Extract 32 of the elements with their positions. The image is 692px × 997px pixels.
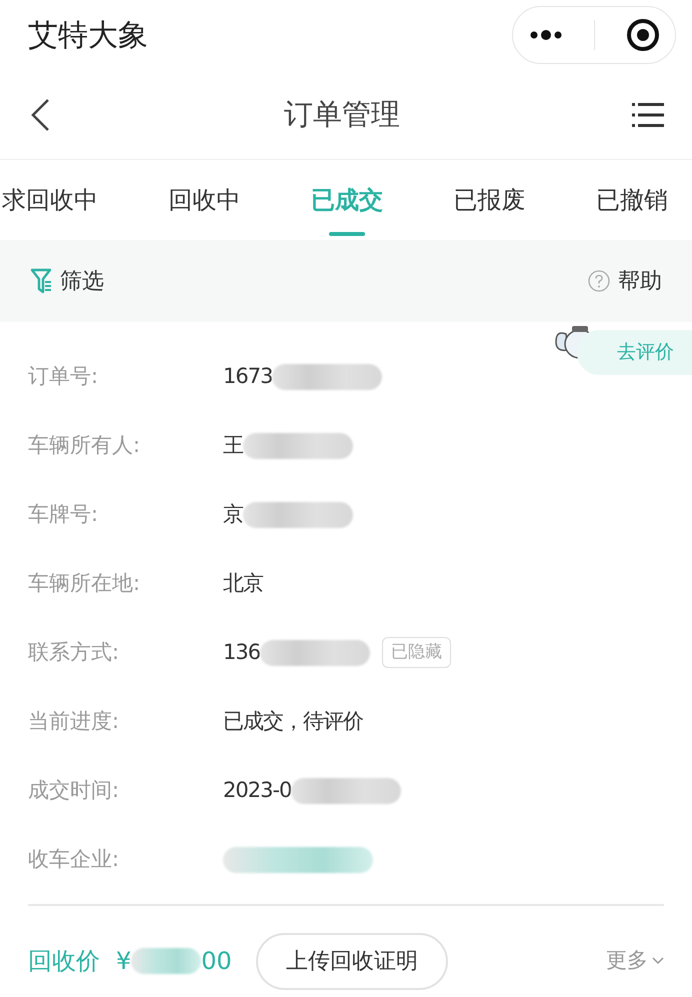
upload-proof-button[interactable]: 上传回收证明: [256, 932, 448, 990]
page-title: 订单管理: [284, 96, 400, 133]
tab[interactable]: 已撤销: [596, 160, 668, 240]
field-label: 成交时间:: [28, 776, 120, 804]
tab[interactable]: 求回收中: [2, 160, 98, 240]
chevron-down-icon: [652, 957, 664, 965]
field-value: 王: [223, 432, 243, 459]
field-value: 北京: [223, 570, 263, 597]
field-label: 订单号:: [28, 362, 100, 390]
filter-label[interactable]: 筛选: [60, 264, 104, 298]
close-target-icon[interactable]: [626, 18, 660, 52]
field-label: 车辆所在地:: [28, 570, 142, 597]
menu-icon[interactable]: [632, 102, 664, 128]
field-value: 136: [223, 638, 260, 666]
field-value: 2023-0: [223, 776, 292, 804]
help-label[interactable]: 帮助: [618, 264, 662, 298]
price-label: 回收价: [28, 946, 100, 977]
field-value: 已成交，待评价: [223, 708, 363, 735]
field-label: 车辆所有人:: [28, 432, 142, 459]
tab[interactable]: 回收中: [168, 160, 240, 240]
app-title: 艾特大象: [28, 16, 148, 54]
tab[interactable]: 已报废: [454, 160, 526, 240]
hidden-tag: 已隐藏: [382, 636, 452, 668]
field-value: 京: [223, 500, 243, 528]
field-label: 收车企业:: [28, 846, 120, 873]
currency-symbol: ¥: [116, 946, 132, 977]
field-value: 1673: [223, 362, 272, 390]
field-label: 车牌号:: [28, 500, 100, 528]
field-label: 当前进度:: [28, 708, 120, 735]
more-icon[interactable]: [528, 29, 564, 41]
price-value: 00: [201, 946, 232, 977]
field-label: 联系方式:: [28, 638, 120, 666]
